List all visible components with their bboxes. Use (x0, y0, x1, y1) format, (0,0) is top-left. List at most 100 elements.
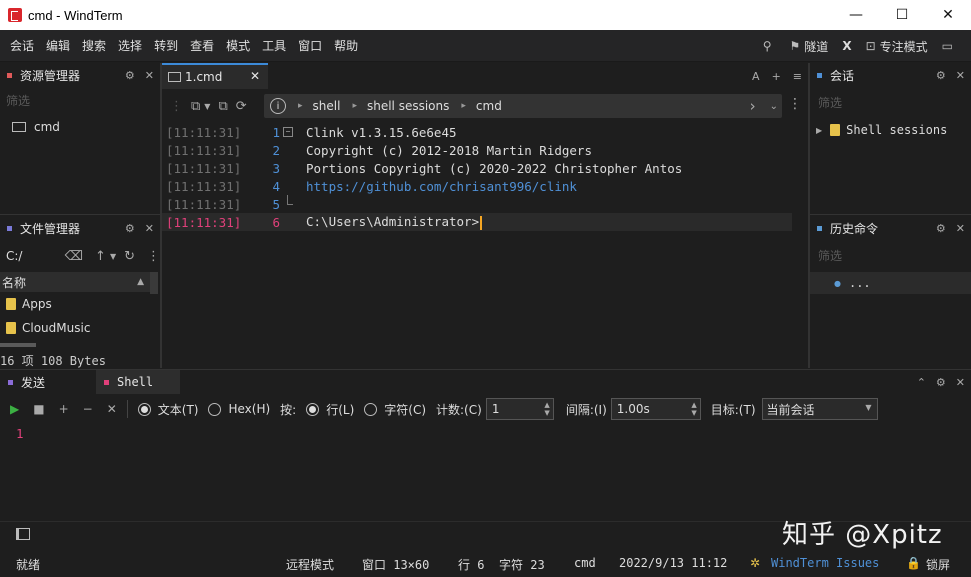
x-button[interactable]: X (842, 39, 851, 53)
breadcrumb-shell-sessions[interactable]: shell sessions (367, 99, 449, 113)
status-lock[interactable]: 锁屏 (926, 556, 950, 573)
tab-list-icon[interactable]: ≡ (793, 70, 802, 83)
more-icon[interactable]: ⋮ (788, 96, 802, 112)
tab-1-cmd[interactable]: 1.cmd ✕ (162, 63, 268, 89)
sessions-item-shell-sessions[interactable]: ▶ Shell sessions (816, 121, 947, 139)
status-mode[interactable]: 远程模式 (286, 556, 334, 573)
chevron-down-icon[interactable]: ▼ (110, 252, 116, 261)
menu-view[interactable]: 查看 (184, 37, 220, 54)
window-title: cmd - WindTerm (28, 7, 123, 23)
add-icon[interactable]: + (59, 402, 69, 416)
close-icon[interactable]: ✕ (145, 69, 154, 82)
file-column-header[interactable]: 名称 ▲ (0, 272, 150, 292)
chevron-right-icon[interactable]: › (750, 97, 756, 115)
close-icon[interactable]: ✕ (956, 376, 965, 389)
line-radio[interactable]: 行(L) (306, 401, 354, 418)
font-icon[interactable]: A (752, 70, 760, 83)
up-arrow-icon[interactable]: ↑ (95, 249, 106, 264)
close-icon[interactable]: ✕ (956, 69, 965, 82)
hex-radio[interactable]: Hex(H) (208, 402, 270, 416)
file-item-apps[interactable]: Apps (6, 294, 52, 314)
file-path-bar: C:/ ⌫ ↑ ▼ ↻ ⋮ (0, 245, 160, 267)
column-name[interactable]: 名称 (2, 274, 26, 291)
file-item-cloudmusic[interactable]: CloudMusic (6, 318, 90, 338)
history-filter-input[interactable]: 筛选 (812, 244, 971, 266)
line-link[interactable]: https://github.com/chrisant996/clink (306, 179, 577, 194)
menu-search[interactable]: 搜索 (76, 37, 112, 54)
stepper-arrows-icon[interactable]: ▲ ▼ (691, 401, 696, 417)
char-radio[interactable]: 字符(C) (364, 401, 426, 418)
fold-icon[interactable]: − (283, 127, 293, 137)
gear-icon[interactable]: ⚙ (936, 222, 946, 235)
menu-mode[interactable]: 模式 (220, 37, 256, 54)
close-button[interactable]: ✕ (925, 0, 971, 30)
info-icon[interactable]: i (270, 98, 286, 114)
file-path-input[interactable]: C:/ (6, 249, 57, 263)
status-issues-link[interactable]: WindTerm Issues (771, 556, 879, 570)
duplicate-session-icon[interactable]: ⧉ (218, 99, 227, 114)
menu-tools[interactable]: 工具 (256, 37, 292, 54)
remove-icon[interactable]: − (83, 402, 93, 416)
tab-shell[interactable]: Shell (96, 370, 180, 394)
history-title: 历史命令 (830, 221, 879, 236)
history-item[interactable]: ● ... (810, 272, 971, 294)
menu-select[interactable]: 选择 (112, 37, 148, 54)
reconnect-icon[interactable]: ⟳ (236, 99, 247, 114)
search-icon[interactable]: ⚲ (763, 39, 776, 53)
terminal-icon (168, 72, 181, 82)
editor-tab-bar: 1.cmd ✕ A + ≡ (162, 63, 808, 89)
terminal-view[interactable]: [11:11:31] 1 − Clink v1.3.15.6e6e45 [11:… (162, 122, 808, 362)
tunnel-button[interactable]: ⚑ 隧道 (790, 38, 829, 55)
menu-edit[interactable]: 编辑 (40, 37, 76, 54)
gear-icon[interactable]: ⚙ (936, 376, 946, 389)
menu-window[interactable]: 窗口 (292, 37, 328, 54)
sessions-filter-input[interactable]: 筛选 (812, 91, 971, 113)
menu-session[interactable]: 会话 (4, 37, 40, 54)
play-icon[interactable]: ▶ (10, 402, 19, 416)
timestamp: [11:11:31] (166, 160, 242, 176)
minimize-button[interactable]: — (833, 0, 879, 30)
close-icon[interactable]: ✕ (145, 222, 154, 235)
file-scrollbar[interactable] (150, 272, 158, 294)
maximize-button[interactable]: ☐ (879, 0, 925, 30)
gear-icon[interactable]: ⚙ (936, 69, 946, 82)
interval-stepper[interactable]: 1.00s ▲ ▼ (610, 398, 701, 420)
close-icon[interactable]: ✕ (956, 222, 965, 235)
terminal-current-line: [11:11:31] 6 C:\Users\Administrator> (162, 213, 792, 231)
clear-icon[interactable]: ✕ (107, 402, 117, 416)
more-icon[interactable]: ⋮ (147, 249, 160, 264)
panel-toggle-icon[interactable] (16, 528, 30, 540)
breadcrumb-cmd[interactable]: cmd (476, 99, 502, 113)
explorer-item-cmd[interactable]: cmd (12, 117, 60, 137)
menu-help[interactable]: 帮助 (328, 37, 364, 54)
explorer-filter-input[interactable]: 筛选 (0, 89, 160, 111)
line-number: 6 (272, 214, 280, 230)
refresh-icon[interactable]: ↻ (124, 249, 135, 264)
add-tab-icon[interactable]: + (772, 70, 781, 83)
target-select[interactable]: 当前会话 ▼ (761, 398, 878, 420)
gear-icon[interactable]: ⚙ (125, 222, 135, 235)
expand-icon[interactable]: ▶ (816, 126, 822, 135)
focus-mode-button[interactable]: ⊡ 专注模式 (866, 38, 928, 55)
stepper-arrows-icon[interactable]: ▲ ▼ (544, 401, 549, 417)
line-number: 5 (272, 196, 280, 212)
layout-icon[interactable]: ▭ (942, 39, 957, 53)
tab-send[interactable]: 发送 (0, 370, 94, 394)
tab-close-icon[interactable]: ✕ (250, 69, 260, 83)
file-hscrollbar[interactable] (0, 343, 36, 347)
stop-icon[interactable]: ■ (33, 402, 44, 416)
line-number: 2 (272, 142, 280, 158)
file-manager-title: 文件管理器 (20, 221, 81, 236)
send-editor[interactable]: 1 (16, 426, 24, 441)
count-stepper[interactable]: 1 ▲ ▼ (485, 398, 554, 420)
chevron-down-icon[interactable]: ⌄ (770, 101, 778, 112)
text-radio[interactable]: 文本(T) (137, 401, 198, 418)
new-session-icon[interactable]: ⧉ (191, 99, 200, 114)
folder-icon (6, 298, 16, 310)
chevron-down-icon[interactable]: ▼ (204, 102, 210, 111)
chevron-up-icon[interactable]: ⌃ (917, 376, 926, 389)
breadcrumb-shell[interactable]: shell (313, 99, 341, 113)
clear-icon[interactable]: ⌫ (65, 249, 83, 264)
gear-icon[interactable]: ⚙ (125, 69, 135, 82)
menu-goto[interactable]: 转到 (148, 37, 184, 54)
